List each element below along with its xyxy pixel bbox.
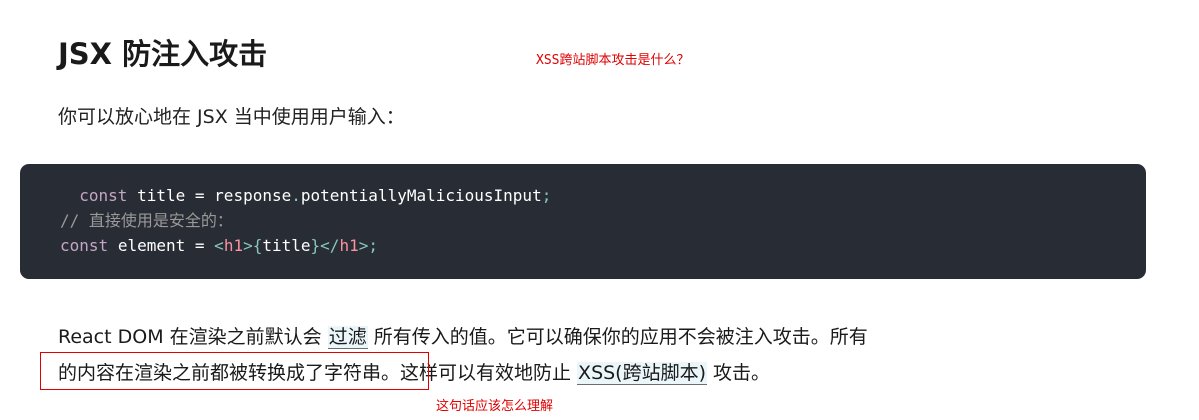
code-line-3: const element = <h1>{title}</h1>; — [60, 236, 378, 256]
code-brace-open: { — [252, 236, 263, 255]
annotation-note-xss-question: XSS跨站脚本攻击是什么？ — [536, 53, 690, 68]
code-line-1: const title = response.potentiallyMalici… — [60, 186, 551, 206]
code-tag-close-gt: > — [358, 236, 369, 255]
code-block: const title = response.potentiallyMalici… — [20, 164, 1146, 279]
code-tag-name: h1 — [223, 236, 244, 255]
code-expression: title — [262, 236, 311, 255]
code-tag-close-lt: </ — [320, 236, 340, 255]
code-property: potentiallyMaliciousInput — [300, 186, 542, 205]
code-object: response — [214, 186, 292, 205]
code-variable: title — [137, 186, 186, 205]
link-filter[interactable]: 过滤 — [327, 326, 368, 349]
paragraph-text: 攻击。 — [707, 362, 771, 384]
code-keyword: const — [79, 186, 128, 205]
page-title: JSX 防注入攻击 — [58, 37, 268, 71]
code-semicolon: ; — [368, 236, 378, 255]
annotation-note-question: 这句话应该怎么理解 — [436, 399, 554, 414]
link-xss[interactable]: XSS(跨站脚本) — [577, 362, 708, 385]
code-line-2-comment: // 直接使用是安全的： — [60, 211, 233, 230]
code-keyword: const — [60, 236, 109, 255]
code-variable: element — [117, 236, 186, 255]
annotation-highlight-box — [40, 352, 429, 390]
paragraph-line-1: React DOM 在渲染之前默认会 过滤 所有传入的值。它可以确保你的应用不会… — [58, 323, 868, 351]
paragraph-text: React DOM 在渲染之前默认会 — [58, 326, 328, 348]
paragraph-text: 所有传入的值。它可以确保你的应用不会被注入攻击。所有 — [367, 326, 868, 348]
code-brace-close: } — [310, 236, 321, 255]
code-operator: = — [194, 236, 205, 255]
code-tag-open-lt: < — [214, 236, 224, 255]
code-operator: = — [194, 186, 205, 205]
code-dot: . — [291, 186, 301, 205]
code-semicolon: ; — [541, 186, 552, 205]
intro-text: 你可以放心地在 JSX 当中使用用户输入： — [58, 106, 405, 128]
code-tag-close-name: h1 — [339, 236, 359, 255]
code-tag-open-gt: > — [243, 236, 253, 255]
